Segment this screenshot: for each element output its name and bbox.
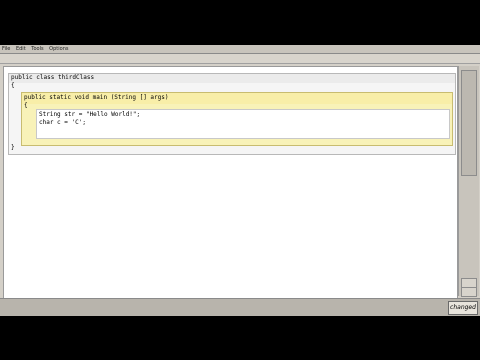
class-open-brace: { bbox=[11, 82, 15, 89]
method-open-brace: { bbox=[24, 102, 28, 109]
menu-bar: File Edit Tools Options bbox=[0, 45, 480, 54]
method-header-row: public static void main (String [] args) bbox=[22, 93, 452, 104]
menu-file[interactable]: File bbox=[0, 46, 12, 52]
class-declaration[interactable]: public class thirdClass bbox=[11, 74, 94, 82]
method-scope-block: public static void main (String [] args)… bbox=[21, 92, 453, 146]
class-scope-block: public class thirdClass { public static … bbox=[8, 73, 456, 155]
code-line-1[interactable]: String str = "Hello World!"; bbox=[39, 111, 140, 119]
class-header-row: public class thirdClass bbox=[9, 74, 455, 83]
toolbar bbox=[0, 54, 480, 64]
changed-status-button[interactable]: changed bbox=[448, 301, 478, 315]
code-line-2[interactable]: char c = 'C'; bbox=[39, 119, 86, 127]
method-declaration[interactable]: public static void main (String [] args) bbox=[24, 94, 169, 102]
status-bar: changed bbox=[0, 298, 480, 316]
scroll-down-button[interactable] bbox=[461, 287, 477, 297]
menu-edit[interactable]: Edit bbox=[14, 46, 28, 52]
bluej-editor-window: File Edit Tools Options public class thi… bbox=[0, 45, 480, 316]
menu-options[interactable]: Options bbox=[47, 46, 70, 52]
menu-tools[interactable]: Tools bbox=[29, 46, 45, 52]
method-body-block[interactable]: String str = "Hello World!"; char c = 'C… bbox=[36, 109, 450, 139]
code-editor[interactable]: public class thirdClass { public static … bbox=[3, 66, 458, 299]
scrollbar-thumb[interactable] bbox=[461, 70, 477, 176]
vertical-scrollbar[interactable] bbox=[458, 66, 479, 297]
class-close-brace: } bbox=[11, 144, 15, 151]
